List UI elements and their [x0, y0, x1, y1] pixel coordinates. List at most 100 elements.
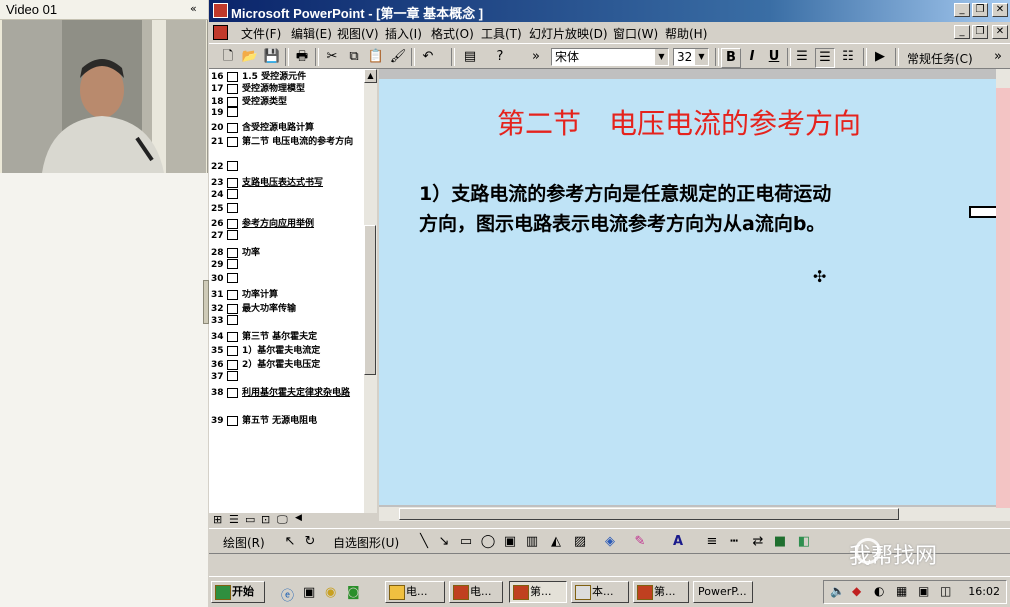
- outline-item[interactable]: 17 受控源物理模型: [211, 81, 305, 94]
- clock[interactable]: 16:02: [968, 585, 1000, 598]
- line-color-icon[interactable]: ✎: [631, 533, 649, 551]
- slide-title[interactable]: 第二节 电压电流的参考方向: [497, 102, 917, 142]
- undo-icon[interactable]: ↶: [419, 48, 437, 66]
- draw-menu[interactable]: 绘图(R): [223, 534, 265, 551]
- task-item[interactable]: 第...: [633, 581, 689, 603]
- shadow-icon[interactable]: ■: [771, 533, 789, 551]
- rectangle-tool-icon[interactable]: ▭: [457, 533, 475, 551]
- menu-slideshow[interactable]: 幻灯片放映(D): [529, 25, 608, 42]
- outline-pane[interactable]: 16 1.5 受控源元件 17 受控源物理模型 18 受控源类型 19 20 含受控源电路计算 2…: [209, 69, 363, 513]
- outline-item[interactable]: 18 受控源类型: [211, 94, 287, 107]
- outline-item[interactable]: 26 参考方向应用举例: [211, 216, 314, 229]
- font-color-icon[interactable]: A: [669, 533, 687, 551]
- outline-item[interactable]: 31 功率计算: [211, 287, 278, 300]
- outline-view-icon[interactable]: ☰: [229, 513, 239, 526]
- collapse-icon[interactable]: «: [190, 2, 197, 15]
- align-center-icon[interactable]: ☰: [815, 48, 835, 68]
- 3d-icon[interactable]: ◧: [795, 533, 813, 551]
- select-arrow-icon[interactable]: ↖: [281, 533, 299, 551]
- slide[interactable]: 第二节 电压电流的参考方向 1）支路电流的参考方向是任意规定的正电荷运动方向，图…: [379, 79, 996, 505]
- bold-button[interactable]: B: [721, 48, 741, 68]
- tray-app-icon[interactable]: ▦: [896, 584, 907, 598]
- help-icon[interactable]: ?: [491, 48, 509, 66]
- copy-icon[interactable]: ⧉: [345, 48, 363, 66]
- media-icon[interactable]: ◉: [325, 585, 336, 600]
- title-bar[interactable]: Microsoft PowerPoint - [第一章 基本概念 ] _ ❐ ✕: [209, 0, 1010, 22]
- line-style-icon[interactable]: ≡: [703, 533, 721, 551]
- sorter-view-icon[interactable]: ⊡: [261, 513, 270, 526]
- outline-item[interactable]: 24: [211, 189, 242, 200]
- task-item[interactable]: 电...: [449, 581, 503, 603]
- task-item[interactable]: 电...: [385, 581, 445, 603]
- outline-item[interactable]: 32 最大功率传输: [211, 301, 296, 314]
- menu-insert[interactable]: 插入(I): [385, 25, 422, 42]
- outline-item[interactable]: 34 第三节 基尔霍夫定: [211, 329, 317, 342]
- outline-item[interactable]: 36 2）基尔霍夫电压定: [211, 357, 320, 370]
- outline-item[interactable]: 25: [211, 203, 242, 214]
- font-name-select[interactable]: 宋体 ▼: [551, 48, 669, 66]
- tray-app-icon[interactable]: ◐: [874, 584, 884, 598]
- slideshow-view-icon[interactable]: 🖵: [277, 513, 288, 527]
- quicklaunch-icon[interactable]: ▣: [303, 585, 315, 600]
- arrow-style-icon[interactable]: ⇄: [749, 533, 767, 551]
- outline-item[interactable]: 22: [211, 161, 242, 172]
- cut-icon[interactable]: ✂: [323, 48, 341, 66]
- menu-help[interactable]: 帮助(H): [665, 25, 707, 42]
- document-icon[interactable]: [213, 25, 228, 40]
- task-item-active[interactable]: 第...: [509, 581, 567, 603]
- more-buttons-icon[interactable]: »: [527, 48, 545, 66]
- menu-tools[interactable]: 工具(T): [481, 25, 522, 42]
- arrow-tool-icon[interactable]: ↘: [435, 533, 453, 551]
- minimize-button[interactable]: _: [954, 3, 970, 17]
- fill-color-icon[interactable]: ◈: [601, 533, 619, 551]
- tray-app-icon[interactable]: ◫: [940, 584, 951, 598]
- align-left-icon[interactable]: ☰: [793, 48, 811, 66]
- app-icon[interactable]: ◙: [347, 585, 360, 600]
- menu-edit[interactable]: 编辑(E): [291, 25, 332, 42]
- rotate-icon[interactable]: ↻: [301, 533, 319, 551]
- font-size-select[interactable]: 32 ▼: [673, 48, 709, 66]
- insert-picture-icon[interactable]: ▨: [571, 533, 589, 551]
- slide-scroll-track[interactable]: [996, 88, 1010, 508]
- lecturer-video[interactable]: [2, 20, 206, 173]
- outline-item[interactable]: 38 利用基尔霍夫定律求杂电路: [211, 385, 350, 398]
- slide-body-text[interactable]: 1）支路电流的参考方向是任意规定的正电荷运动方向，图示电路表示电流参考方向为从a…: [419, 179, 839, 239]
- close-button[interactable]: ✕: [992, 3, 1008, 17]
- autoshapes-menu[interactable]: 自选图形(U): [333, 534, 399, 551]
- task-item[interactable]: 本...: [571, 581, 629, 603]
- slide-view-icon[interactable]: ▭: [245, 513, 255, 526]
- chevron-down-icon[interactable]: ▼: [655, 49, 668, 65]
- menu-file[interactable]: 文件(F): [241, 25, 281, 42]
- format-painter-icon[interactable]: 🖌: [389, 48, 407, 66]
- outline-item[interactable]: 33: [211, 315, 242, 326]
- volume-icon[interactable]: 🔈: [830, 584, 845, 598]
- insert-table-icon[interactable]: ▤: [461, 48, 479, 66]
- outline-item[interactable]: 21 第二节 电压电流的参考方向: [211, 134, 353, 147]
- scroll-up-icon[interactable]: ▲: [364, 69, 377, 83]
- save-icon[interactable]: 💾: [263, 48, 281, 66]
- dash-style-icon[interactable]: ┅: [725, 533, 743, 551]
- wordart-icon[interactable]: ▥: [523, 533, 541, 551]
- doc-minimize-button[interactable]: _: [954, 25, 970, 39]
- outline-item[interactable]: 19: [211, 107, 242, 118]
- doc-restore-button[interactable]: ❐: [972, 25, 988, 39]
- outline-item[interactable]: 20 含受控源电路计算: [211, 120, 314, 133]
- task-item[interactable]: PowerP...: [693, 581, 753, 603]
- more-buttons-icon[interactable]: »: [989, 48, 1007, 66]
- outline-item[interactable]: 27: [211, 230, 242, 241]
- print-icon[interactable]: 🖶: [293, 48, 311, 66]
- animation-icon[interactable]: ▶: [871, 48, 889, 66]
- outline-item[interactable]: 37: [211, 371, 242, 382]
- outline-item[interactable]: 23 支路电压表达式书写: [211, 175, 323, 188]
- ie-icon[interactable]: ⓔ: [281, 585, 294, 604]
- paste-icon[interactable]: 📋: [367, 48, 385, 66]
- italic-button[interactable]: I: [743, 48, 761, 66]
- restore-button[interactable]: ❐: [972, 3, 988, 17]
- common-tasks-menu[interactable]: 常规任务(C): [907, 50, 973, 67]
- menu-format[interactable]: 格式(O): [431, 25, 474, 42]
- menu-view[interactable]: 视图(V): [337, 25, 379, 42]
- tray-app-icon[interactable]: ◆: [852, 584, 861, 598]
- scroll-left-icon[interactable]: ◀: [295, 513, 302, 523]
- open-icon[interactable]: 📂: [241, 48, 259, 66]
- start-button[interactable]: 开始: [211, 581, 265, 603]
